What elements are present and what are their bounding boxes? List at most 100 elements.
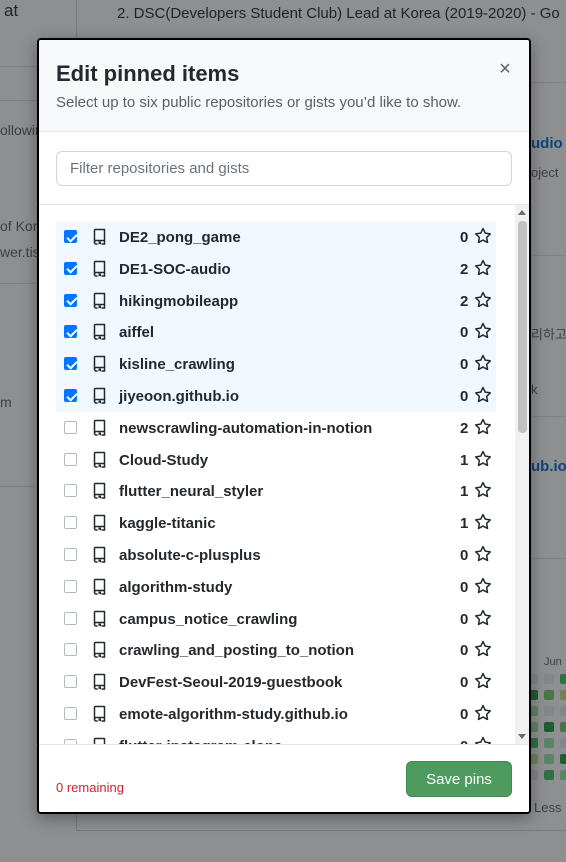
star-count: 0	[460, 674, 469, 692]
star-count: 2	[460, 292, 469, 310]
star-count: 0	[460, 610, 469, 628]
dialog-subtitle: Select up to six public repositories or …	[56, 94, 462, 111]
pin-checkbox[interactable]	[64, 261, 77, 275]
pin-checkbox[interactable]	[64, 452, 77, 466]
pin-checkbox[interactable]	[64, 548, 77, 561]
pin-checkbox[interactable]	[64, 484, 77, 498]
pin-checkbox[interactable]	[64, 611, 77, 625]
pin-checkbox[interactable]	[64, 643, 77, 657]
star-count: 0	[460, 356, 469, 374]
star-icon	[474, 418, 492, 436]
repo-row[interactable]: crawling_and_posting_to_notion 0	[56, 634, 496, 666]
scrollbar-thumb[interactable]	[518, 221, 527, 433]
pin-checkbox[interactable]	[64, 293, 77, 307]
repo-row[interactable]: jiyeoon.github.io 0	[56, 380, 496, 412]
repo-icon	[92, 578, 108, 595]
repo-icon	[92, 323, 108, 341]
star-icon	[474, 545, 492, 563]
star-icon	[474, 450, 492, 468]
dialog-footer: 0 remaining Save pins	[39, 744, 529, 812]
repo-icon	[92, 737, 108, 744]
repo-name: DevFest-Seoul-2019-guestbook	[119, 674, 343, 692]
repo-name: newscrawling-automation-in-notion	[119, 419, 373, 437]
repo-name: Cloud-Study	[119, 451, 209, 469]
pin-checkbox[interactable]	[64, 516, 77, 530]
star-count: 0	[460, 229, 469, 246]
dialog-header: Edit pinned items Select up to six publi…	[39, 40, 529, 132]
edit-pinned-items-dialog: Edit pinned items Select up to six publi…	[37, 38, 531, 814]
repo-name: emote-algorithm-study.github.io	[119, 706, 348, 723]
star-count: 0	[460, 578, 469, 596]
pin-checkbox[interactable]	[64, 707, 77, 720]
star-icon	[474, 354, 492, 372]
repo-row[interactable]: DE1-SOC-audio 2	[56, 252, 496, 285]
repo-icon	[92, 610, 108, 627]
repo-row[interactable]: kaggle-titanic 1	[56, 507, 496, 539]
save-pins-button[interactable]: Save pins	[406, 761, 512, 797]
star-icon	[474, 577, 492, 595]
repo-name: kaggle-titanic	[119, 515, 216, 533]
repo-name: DE2_pong_game	[119, 229, 241, 246]
star-count: 0	[460, 642, 469, 660]
scroll-up-arrow-icon[interactable]	[518, 210, 526, 215]
repo-row[interactable]: Cloud-Study 1	[56, 444, 496, 476]
repo-name: aiffel	[119, 324, 155, 342]
repo-row[interactable]: flutter_neural_styler 1	[56, 475, 496, 507]
scroll-down-arrow-icon[interactable]	[518, 734, 526, 739]
pin-checkbox[interactable]	[64, 675, 77, 689]
star-icon	[474, 259, 492, 277]
star-count: 0	[460, 324, 469, 342]
star-count: 0	[460, 388, 469, 405]
repo-icon	[92, 355, 108, 372]
list-scrollbar[interactable]	[515, 205, 529, 744]
star-icon	[474, 609, 492, 627]
repo-row[interactable]: flutter-instagram-clone0	[56, 730, 496, 744]
star-count: 0	[460, 706, 469, 723]
repo-name: campus_notice_crawling	[119, 610, 298, 628]
repo-icon	[92, 673, 108, 690]
repo-row[interactable]: hikingmobileapp 2	[56, 284, 496, 317]
star-icon	[474, 640, 492, 658]
repo-icon	[92, 260, 108, 277]
star-icon	[474, 386, 492, 404]
repository-list[interactable]: DE2_pong_game 0 DE1-SOC-audio 2 hikingmobile…	[39, 205, 529, 744]
pin-checkbox[interactable]	[64, 389, 77, 402]
repo-row[interactable]: aiffel 0	[56, 316, 496, 349]
repo-row[interactable]: newscrawling-automation-in-notion 2	[56, 412, 496, 444]
repo-row[interactable]: emote-algorithm-study.github.io 0	[56, 698, 496, 730]
repo-row[interactable]: DevFest-Seoul-2019-guestbook 0	[56, 666, 496, 698]
repo-row[interactable]: algorithm-study 0	[56, 571, 496, 603]
star-icon	[474, 481, 492, 499]
repo-icon	[92, 546, 108, 563]
repo-row[interactable]: kisline_crawling 0	[56, 348, 496, 380]
repo-row[interactable]: absolute-c-plusplus 0	[56, 539, 496, 571]
star-count: 0	[460, 547, 469, 564]
pin-checkbox[interactable]	[64, 420, 77, 434]
star-icon	[474, 322, 492, 340]
pin-checkbox[interactable]	[64, 357, 77, 371]
pin-checkbox[interactable]	[64, 579, 77, 593]
star-icon	[474, 513, 492, 531]
filter-section	[39, 132, 529, 205]
close-icon[interactable]: ×	[493, 57, 517, 81]
repo-row[interactable]: campus_notice_crawling 0	[56, 603, 496, 635]
repo-name: flutter_neural_styler	[119, 483, 264, 501]
star-count: 2	[460, 260, 469, 278]
remaining-count: 0 remaining	[56, 780, 124, 795]
repo-row[interactable]: DE2_pong_game 0	[56, 221, 496, 253]
star-icon	[474, 227, 492, 245]
star-count: 2	[460, 419, 469, 437]
star-count: 1	[460, 483, 469, 501]
star-count: 1	[460, 451, 469, 469]
repo-icon	[92, 514, 108, 531]
repo-icon	[92, 292, 108, 309]
repo-icon	[92, 387, 108, 404]
repo-name: hikingmobileapp	[119, 292, 239, 310]
repo-icon	[92, 451, 108, 468]
star-count: 1	[460, 515, 469, 533]
repo-icon	[92, 705, 108, 722]
star-icon	[474, 704, 492, 722]
filter-input[interactable]	[56, 151, 512, 186]
pin-checkbox[interactable]	[64, 230, 77, 243]
pin-checkbox[interactable]	[64, 325, 77, 339]
